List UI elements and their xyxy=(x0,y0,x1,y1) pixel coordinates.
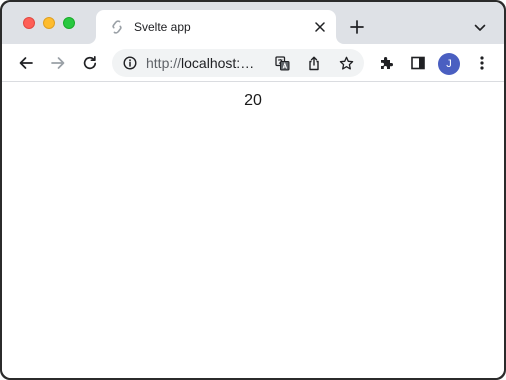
forward-icon[interactable] xyxy=(48,53,68,73)
avatar[interactable]: J xyxy=(438,53,460,75)
minimize-window-button[interactable] xyxy=(43,17,55,29)
url-host: localhost: xyxy=(181,56,241,71)
info-icon[interactable] xyxy=(122,55,138,71)
page-content: 20 xyxy=(2,83,504,378)
toolbar: http://localhost:… J xyxy=(2,44,504,82)
extensions-icon[interactable] xyxy=(376,53,396,73)
translate-icon[interactable] xyxy=(274,55,290,71)
tab-svelte-app[interactable]: Svelte app xyxy=(96,10,336,44)
side-panel-icon[interactable] xyxy=(408,53,428,73)
star-icon[interactable] xyxy=(338,55,354,71)
back-icon[interactable] xyxy=(16,53,36,73)
url-scheme: http:// xyxy=(146,56,182,71)
close-window-button[interactable] xyxy=(23,17,35,29)
reload-icon[interactable] xyxy=(80,53,100,73)
browser-frame: Svelte app http://localhost:… J 20 xyxy=(2,2,504,378)
address-bar[interactable]: http://localhost:… xyxy=(112,49,364,77)
tab-strip: Svelte app xyxy=(2,2,504,44)
displayed-value: 20 xyxy=(244,92,262,109)
chevron-down-icon[interactable] xyxy=(472,20,488,36)
tab-title: Svelte app xyxy=(134,20,191,34)
close-tab-icon[interactable] xyxy=(312,19,328,35)
browser-window: Svelte app http://localhost:… J 20 xyxy=(0,0,506,380)
zoom-window-button[interactable] xyxy=(63,17,75,29)
menu-icon[interactable] xyxy=(472,53,492,73)
new-tab-icon[interactable] xyxy=(348,18,366,36)
share-icon[interactable] xyxy=(306,55,322,71)
url-text[interactable]: http://localhost:… xyxy=(146,56,276,71)
svelte-icon xyxy=(110,20,124,34)
